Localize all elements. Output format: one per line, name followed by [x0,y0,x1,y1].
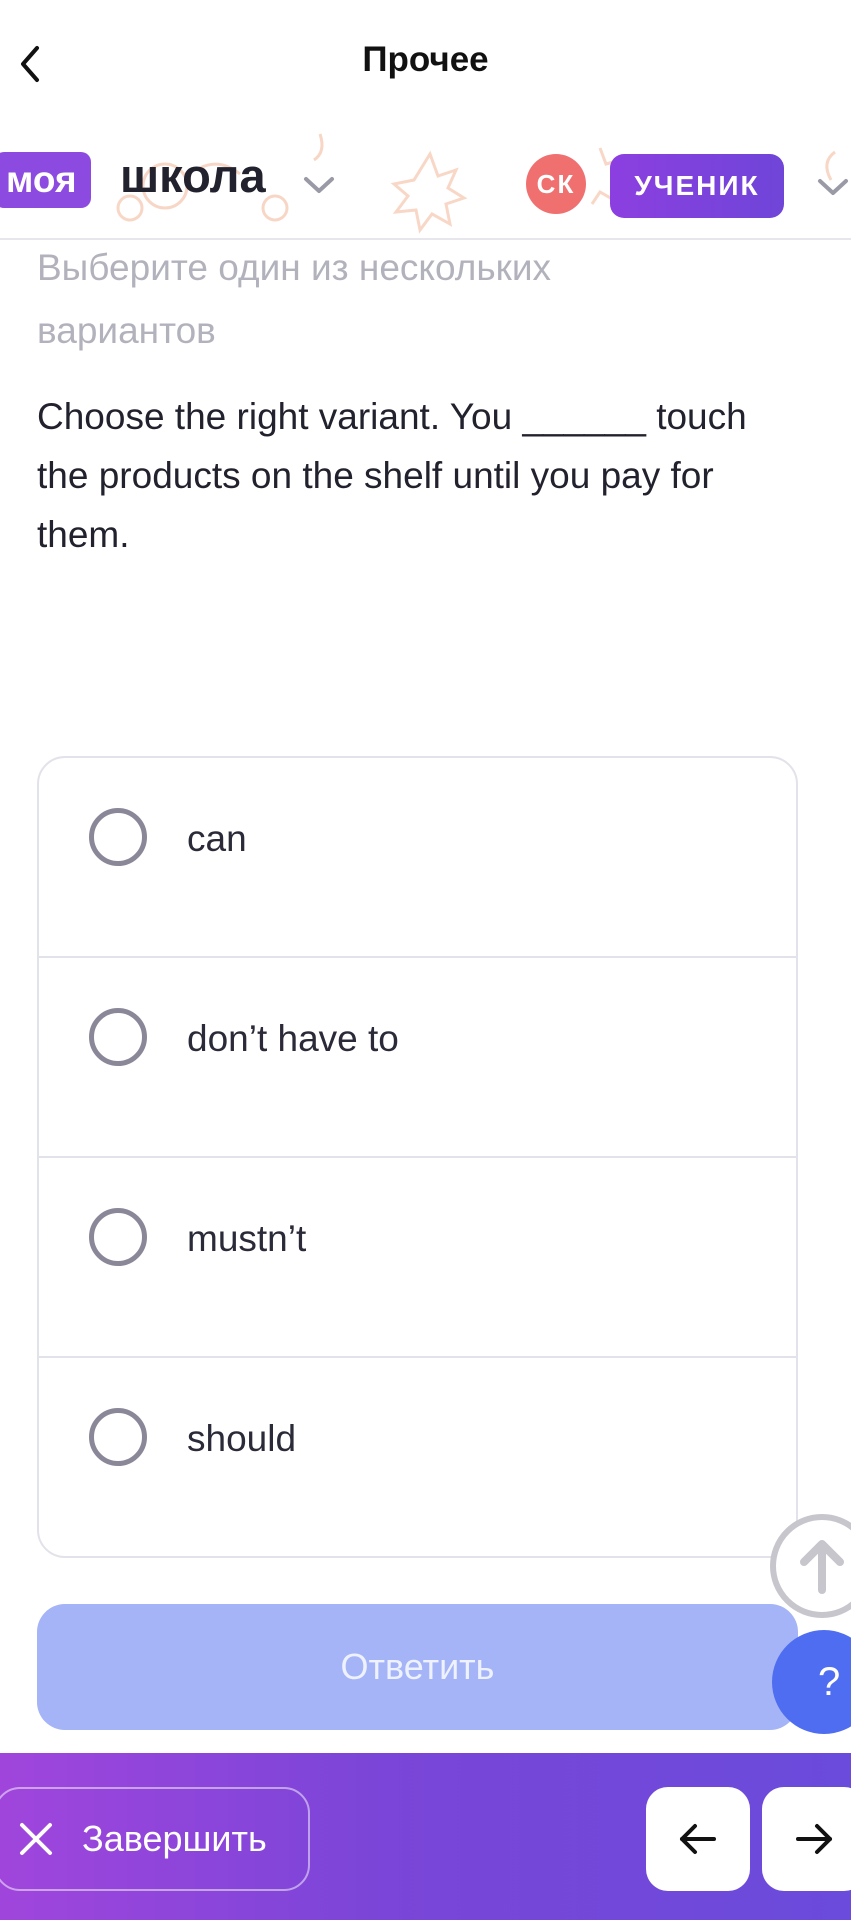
arrow-up-icon [800,1540,844,1594]
option-label: should [187,1418,297,1459]
brand-chip: моя [0,152,91,208]
option-label: can [187,818,247,859]
bottom-bar: Завершить [0,1753,851,1920]
answer-options: can don’t have to mustn’t should [37,756,798,1558]
arrow-left-icon [680,1824,716,1854]
chevron-down-icon[interactable] [302,174,336,196]
option-label: mustn’t [187,1218,307,1259]
answer-button[interactable]: Ответить [37,1604,798,1730]
radio-button[interactable] [89,1008,147,1066]
option-label: don’t have to [187,1018,399,1059]
top-bar: Прочее [0,0,851,128]
avatar[interactable]: СК [526,154,586,214]
brand-word: школа [120,149,266,202]
school-header: моя школа СК УЧЕНИК [0,128,851,240]
radio-button[interactable] [89,808,147,866]
page-title: Прочее [362,40,489,79]
question-instruction: Выберите один из нескольких вариантов [37,247,552,351]
option-mustnt[interactable]: mustn’t [39,1158,796,1358]
option-can[interactable]: can [39,758,796,958]
radio-button[interactable] [89,1408,147,1466]
role-badge[interactable]: УЧЕНИК [610,154,784,218]
finish-label: Завершить [82,1818,267,1859]
option-should[interactable]: should [39,1358,796,1556]
option-dont-have-to[interactable]: don’t have to [39,958,796,1158]
radio-button[interactable] [89,1208,147,1266]
close-icon [16,1819,56,1859]
finish-button[interactable]: Завершить [0,1787,310,1891]
next-button[interactable] [762,1787,851,1891]
question-text: Choose the right variant. You ______ tou… [37,396,747,555]
chevron-down-icon[interactable] [816,176,850,198]
arrow-right-icon [796,1824,832,1854]
previous-button[interactable] [646,1787,750,1891]
